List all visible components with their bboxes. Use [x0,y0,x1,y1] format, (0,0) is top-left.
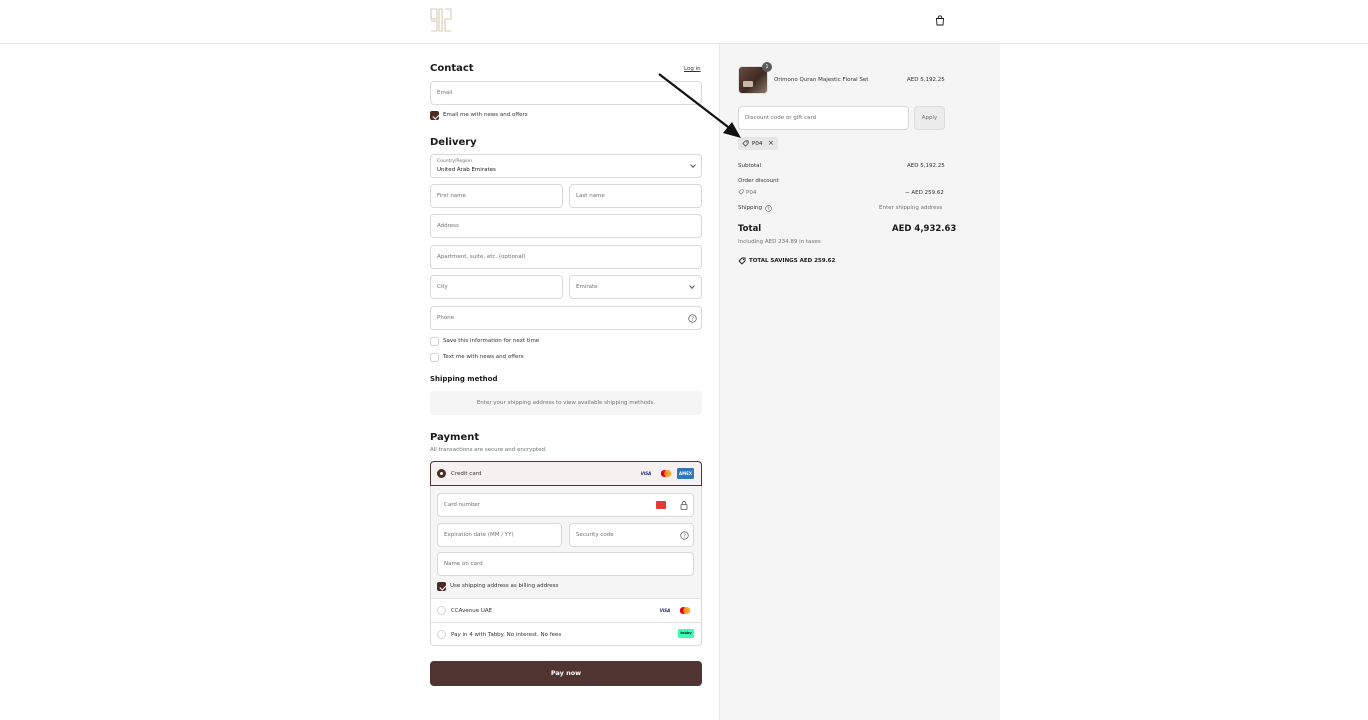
security-code-placeholder: Security code [576,532,614,538]
apartment-placeholder: Apartment, suite, etc. (optional) [437,254,526,260]
ccavenue-radio[interactable] [437,606,446,615]
taxes-note: Including AED 234.89 in taxes [738,239,821,245]
security-code-field[interactable]: Security code ? [569,523,694,547]
contact-heading: Contact [430,63,474,74]
emirate-select[interactable]: Emirate [569,275,702,299]
tabby-radio[interactable] [437,630,446,639]
phone-placeholder: Phone [437,315,455,321]
last-name-field[interactable]: Last name [569,184,702,208]
chevron-down-icon [689,283,695,289]
save-info-label: Save this information for next time [443,338,540,344]
newsletter-label: Email me with news and offers [443,112,528,118]
expiry-field[interactable]: Expiration date (MM / YY) [437,523,562,547]
country-value: United Arab Emirates [437,167,496,173]
last-name-placeholder: Last name [576,193,605,199]
total-value: AED 4,932.63 [892,224,957,234]
svg-text:?: ? [683,533,686,539]
tag-icon [738,189,744,195]
card-number-field[interactable]: Card number [437,493,694,517]
product-price: AED 5,192.25 [907,77,945,83]
lock-icon [680,500,688,510]
mastercard-icon [679,607,691,614]
help-circle-icon[interactable]: ? [680,531,689,540]
shipping-label: Shipping [738,205,762,211]
tabby-icon: tabby [678,629,694,638]
shipping-method-notice: Enter your shipping address to view avai… [476,400,656,406]
payment-subtitle: All transactions are secure and encrypte… [430,447,547,453]
discount-code-label: P04 [746,190,757,196]
credit-card-label: Credit card [451,471,482,477]
subtotal-value: AED 5,192.25 [907,163,945,169]
card-number-placeholder: Card number [444,502,481,508]
city-placeholder: City [437,284,448,290]
credit-card-option[interactable]: Credit card VISA AMEX [430,461,702,486]
address-field[interactable]: Address [430,214,702,238]
email-placeholder: Email [437,90,453,96]
svg-text:?: ? [767,206,769,211]
expiry-placeholder: Expiration date (MM / YY) [444,532,514,538]
shipping-method-heading: Shipping method [430,375,498,383]
chevron-down-icon [690,162,696,168]
apply-button[interactable]: Apply [914,106,945,130]
billing-same-checkbox[interactable] [437,582,446,591]
pay-now-button[interactable]: Pay now [430,661,702,686]
tabby-label: Pay in 4 with Tabby. No interest. No fee… [451,632,562,638]
discount-value: − AED 259.62 [905,190,944,196]
bag-icon[interactable] [935,15,945,26]
delivery-heading: Delivery [430,137,477,148]
emirate-placeholder: Emirate [576,284,598,290]
help-circle-icon[interactable]: ? [688,314,697,323]
phone-field[interactable]: Phone ? [430,306,702,330]
ccavenue-label: CCAvenue UAE [451,608,493,614]
tabby-option[interactable]: Pay in 4 with Tabby. No interest. No fee… [431,622,701,645]
visa-icon: VISA [659,608,671,613]
shipping-method-notice-box: Enter your shipping address to view avai… [430,391,702,415]
total-savings: TOTAL SAVINGS AED 259.62 [749,258,835,264]
name-on-card-field[interactable]: Name on card [437,552,694,576]
shipping-value: Enter shipping address [879,205,943,211]
site-header [0,0,1368,44]
billing-same-label: Use shipping address as billing address [450,583,559,589]
savings-label: TOTAL SAVINGS [749,258,798,264]
text-me-checkbox[interactable] [430,353,439,362]
discount-code-field[interactable]: Discount code or gift card [738,106,909,130]
savings-value: AED 259.62 [799,258,836,264]
credit-card-radio[interactable] [437,469,446,478]
product-name: Orimono Quran Majestic Floral Set [774,77,869,83]
first-name-field[interactable]: First name [430,184,563,208]
annotation-arrow [658,73,741,138]
help-circle-icon[interactable]: ? [765,205,772,212]
name-on-card-placeholder: Name on card [444,561,483,567]
save-info-checkbox[interactable] [430,337,439,346]
mastercard-icon [660,470,672,477]
apartment-field[interactable]: Apartment, suite, etc. (optional) [430,245,702,269]
payment-heading: Payment [430,432,480,443]
quantity-badge: 1 [762,62,772,72]
svg-text:?: ? [691,316,694,322]
applied-code: P04 [752,140,763,147]
subtotal-label: Subtotal [738,163,762,169]
country-label: Country/Region [437,159,472,164]
city-field[interactable]: City [430,275,563,299]
visa-icon: VISA [640,471,652,476]
discount-placeholder: Discount code or gift card [745,115,817,121]
store-logo[interactable] [430,7,452,33]
address-placeholder: Address [437,223,459,229]
tag-icon [738,257,746,265]
amex-icon: AMEX [677,468,694,479]
remove-discount-icon[interactable]: × [768,139,774,147]
total-label: Total [738,224,762,234]
order-discount-label: Order discount [738,178,779,184]
country-select[interactable]: Country/Region United Arab Emirates [430,154,702,178]
text-me-label: Text me with news and offers [443,354,524,360]
ccavenue-option[interactable]: CCAvenue UAE VISA [431,598,701,622]
newsletter-checkbox[interactable] [430,111,439,120]
card-brand-icon [656,501,666,509]
first-name-placeholder: First name [437,193,466,199]
